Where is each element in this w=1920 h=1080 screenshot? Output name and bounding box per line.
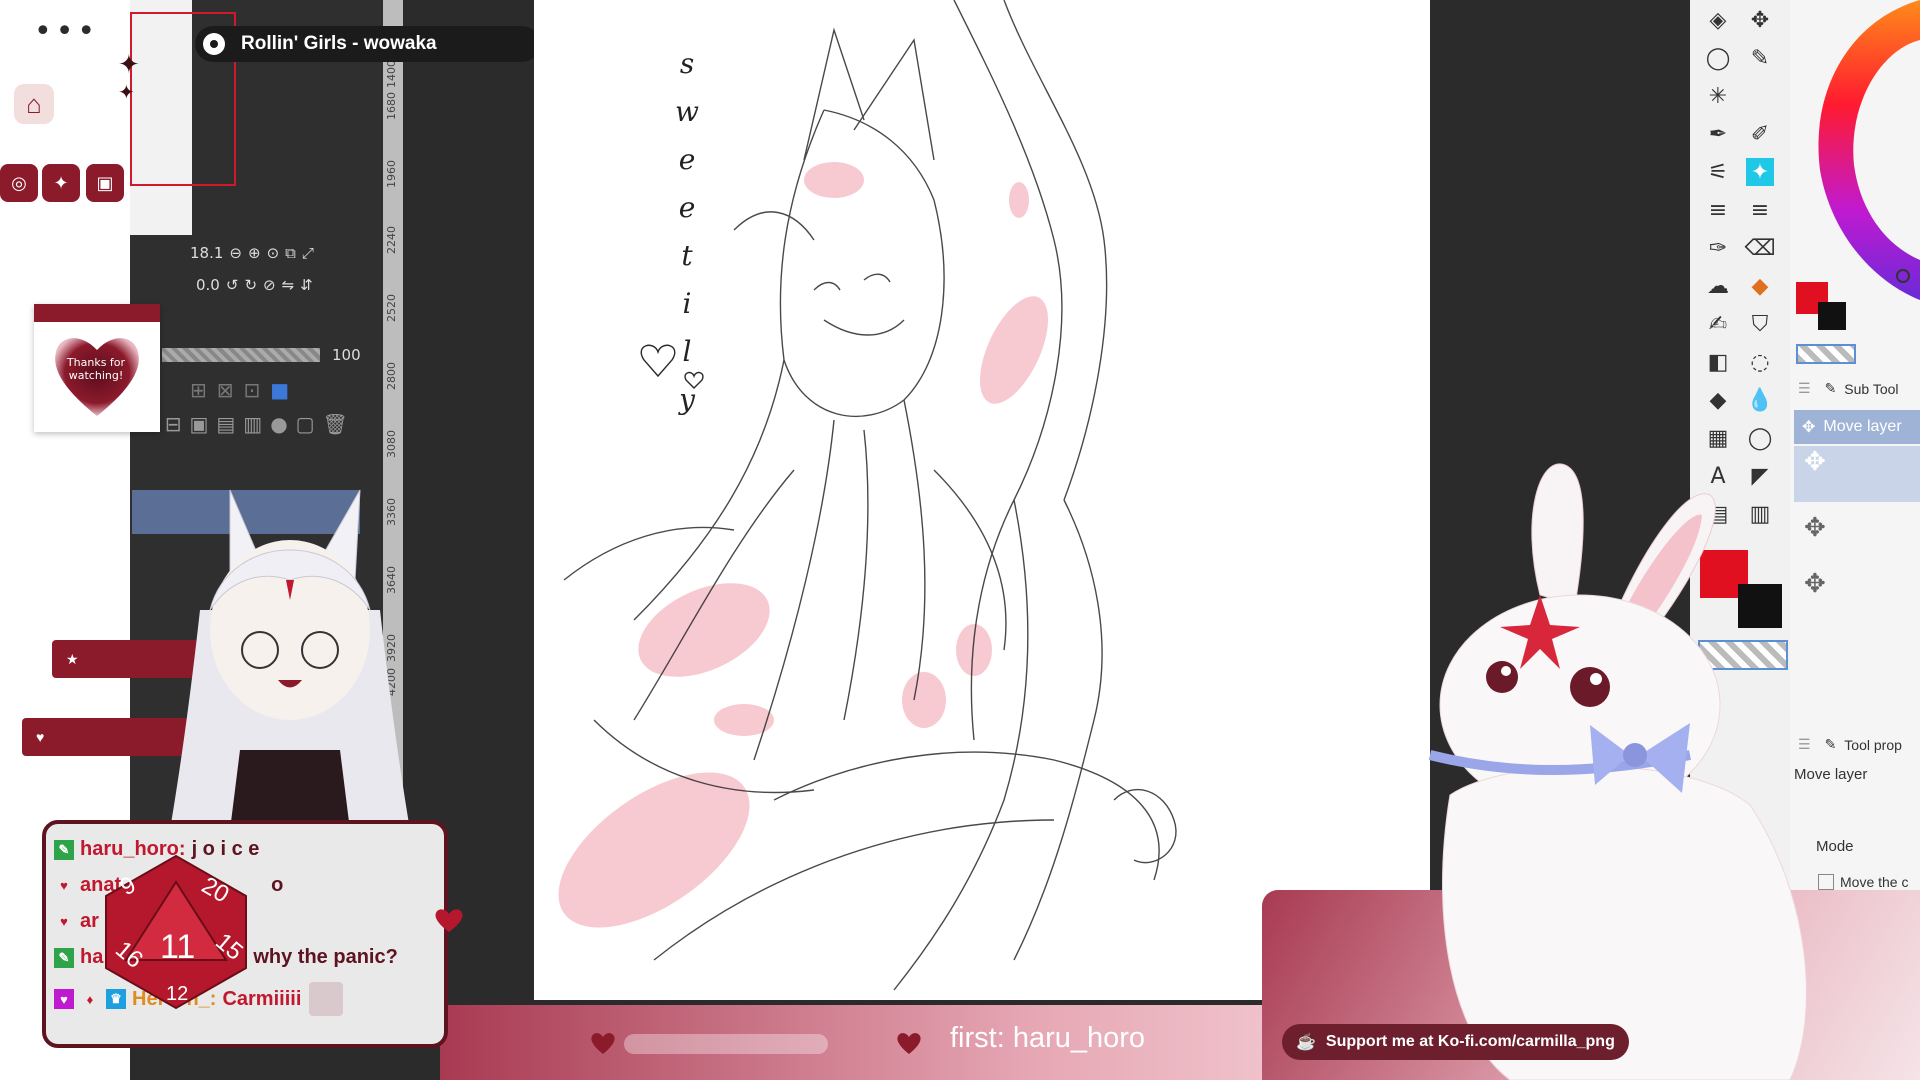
rotate-value: 0.0 — [196, 276, 220, 294]
lasso-icon[interactable]: ◯ — [1704, 44, 1732, 72]
eyedropper-icon[interactable]: ✎ — [1746, 44, 1774, 72]
zoom-out-icon[interactable]: ⊖ — [229, 244, 242, 262]
pen-icon[interactable]: ✒ — [1704, 120, 1732, 148]
menu-dots-icon[interactable]: ••• — [34, 14, 99, 49]
twitter-icon[interactable]: ✦ — [42, 164, 80, 202]
fullscreen-icon[interactable]: ⤢ — [302, 244, 314, 262]
move-checkbox[interactable]: Move the c — [1818, 874, 1908, 890]
now-playing-bar: Rollin' Girls - wowaka — [195, 26, 540, 62]
color-sub-swatch[interactable] — [1818, 302, 1846, 330]
line-tool-2-icon[interactable]: ≡ — [1746, 196, 1774, 224]
color-wheel[interactable] — [1790, 0, 1920, 320]
balloon-icon[interactable]: ◯ — [1746, 424, 1774, 452]
mod-badge-icon: ✎ — [54, 947, 74, 968]
kofi-text: Support me at Ko-fi.com/carmilla_png — [1325, 1033, 1615, 1050]
blend-icon[interactable]: ☁ — [1704, 272, 1732, 300]
thanks-text: Thanks for watching! — [66, 356, 126, 382]
move-checkbox-label: Move the c — [1840, 874, 1909, 890]
fill-icon[interactable]: ◆ — [1704, 386, 1732, 414]
subtool-title: Sub Tool — [1844, 380, 1899, 397]
rotate-reset-icon[interactable]: ⊘ — [263, 276, 276, 294]
magic-wand-icon[interactable]: ✳ — [1704, 82, 1732, 110]
kofi-support-banner[interactable]: ☕ Support me at Ko-fi.com/carmilla_png — [1282, 1024, 1629, 1060]
music-disc-icon — [203, 33, 225, 55]
flip-vertical-icon[interactable]: ⇵ — [300, 276, 313, 294]
follower-heart-icon — [896, 1030, 922, 1056]
grid-icon[interactable]: ▦ — [1704, 424, 1732, 452]
zoom-in-icon[interactable]: ⊕ — [248, 244, 261, 262]
mod-badge-icon: ✎ — [54, 839, 74, 860]
first-chatter-label: first: haru_horo — [950, 1022, 1146, 1054]
bucket-icon[interactable]: ⛉ — [1746, 310, 1774, 338]
emote-icon — [309, 982, 344, 1016]
zoom-reset-icon[interactable]: ⊙ — [267, 244, 280, 262]
line-tool-icon[interactable]: ≡ — [1704, 196, 1732, 224]
home-icon: ⌂ — [26, 88, 42, 119]
flip-horizontal-icon[interactable]: ⇋ — [282, 276, 295, 294]
drop-icon[interactable]: 💧 — [1746, 386, 1774, 414]
layer-move-icon[interactable]: ◈ — [1704, 6, 1732, 34]
move-arrows-icon: ✥ — [1802, 419, 1816, 436]
sketch-artwork — [558, 0, 1177, 991]
rotate-right-icon[interactable]: ↻ — [244, 276, 257, 294]
instagram-icon[interactable]: ◎ — [0, 164, 38, 202]
star-icon: ★ — [66, 650, 79, 667]
drawing-canvas[interactable]: s w e e t i l y — [534, 0, 1430, 1000]
layer-tool-row-2[interactable]: ⊞⊟▣▤▥●▢🗑 — [140, 412, 356, 436]
thanks-card: Thanks for watching! — [34, 304, 160, 432]
sparkle-small-icon: ✦ — [118, 80, 135, 104]
gradient-icon[interactable]: ◧ — [1704, 348, 1732, 376]
tool-grid: ◈ ✥ ◯ ✎ ✳ ✒ ✐ ⚟ ✦ ≡ ≡ ✑ ⌫ ☁ ◆ ✍ ⛉ ◧ ◌ ◆ … — [1704, 6, 1788, 528]
kofi-cup-icon: ☕ — [1296, 1034, 1316, 1051]
swirl-icon[interactable]: ◌ — [1746, 348, 1774, 376]
bunny-mascot — [1428, 463, 1807, 1080]
donation-goal-bar — [624, 1034, 828, 1054]
sparkle-tool-icon[interactable]: ✦ — [1746, 158, 1774, 186]
layer-opacity-value: 100 — [332, 346, 361, 364]
heart-badge-icon: ♥ — [60, 914, 68, 929]
move-layer-label: Move layer — [1823, 418, 1902, 435]
twitch-icon[interactable]: ▣ — [86, 164, 124, 202]
fill-orange-icon[interactable]: ◆ — [1746, 272, 1774, 300]
subtool-panel-header: ☰ ✎ Sub Tool — [1798, 380, 1920, 397]
subtool-icon: ✎ — [1824, 380, 1837, 396]
eraser-icon[interactable]: ⌫ — [1744, 234, 1775, 262]
sub-badge-icon: ♥ — [54, 989, 74, 1009]
now-playing-title: Rollin' Girls - wowaka — [241, 33, 437, 54]
rotate-controls: 0.0 ↺ ↻ ⊘ ⇋ ⇵ — [196, 276, 313, 294]
brush-icon[interactable]: ⚟ — [1704, 158, 1732, 186]
rotate-left-icon[interactable]: ↺ — [226, 276, 239, 294]
zoom-value: 18.1 — [190, 244, 224, 262]
home-button[interactable]: ⌂ — [14, 84, 54, 124]
calligraphy-icon[interactable]: ✍ — [1704, 310, 1732, 338]
marker-icon[interactable]: ✑ — [1704, 234, 1732, 262]
pencil-icon[interactable]: ✐ — [1746, 120, 1774, 148]
dice-number: 12 — [166, 983, 188, 1005]
layer-tool-row-1[interactable]: ⊞⊠⊡■ — [190, 378, 299, 402]
panel-menu-icon[interactable]: ☰ — [1798, 380, 1811, 397]
vtuber-avatar — [170, 489, 410, 830]
zoom-controls: 18.1 ⊖ ⊕ ⊙ ⧉ ⤢ — [190, 244, 314, 262]
fit-icon[interactable]: ⧉ — [285, 244, 296, 262]
tool-property-title: Tool prop — [1844, 736, 1902, 753]
dice-number: 11 — [160, 928, 195, 966]
move-layer-button[interactable]: ✥ Move layer — [1794, 410, 1920, 444]
move-tool-icon[interactable]: ✥ — [1746, 6, 1774, 34]
layer-opacity-slider[interactable] — [162, 348, 320, 362]
color-transparent-swatch[interactable] — [1796, 344, 1856, 364]
heart-small-icon: ♥ — [36, 729, 45, 745]
heart-badge-icon: ♥ — [60, 878, 68, 893]
d20-dice: 20 9 15 16 11 12 — [105, 854, 248, 1010]
sparkle-icon: ✦ — [118, 50, 140, 80]
donation-heart-icon — [590, 1030, 616, 1056]
chat-heart-icon — [435, 909, 463, 932]
